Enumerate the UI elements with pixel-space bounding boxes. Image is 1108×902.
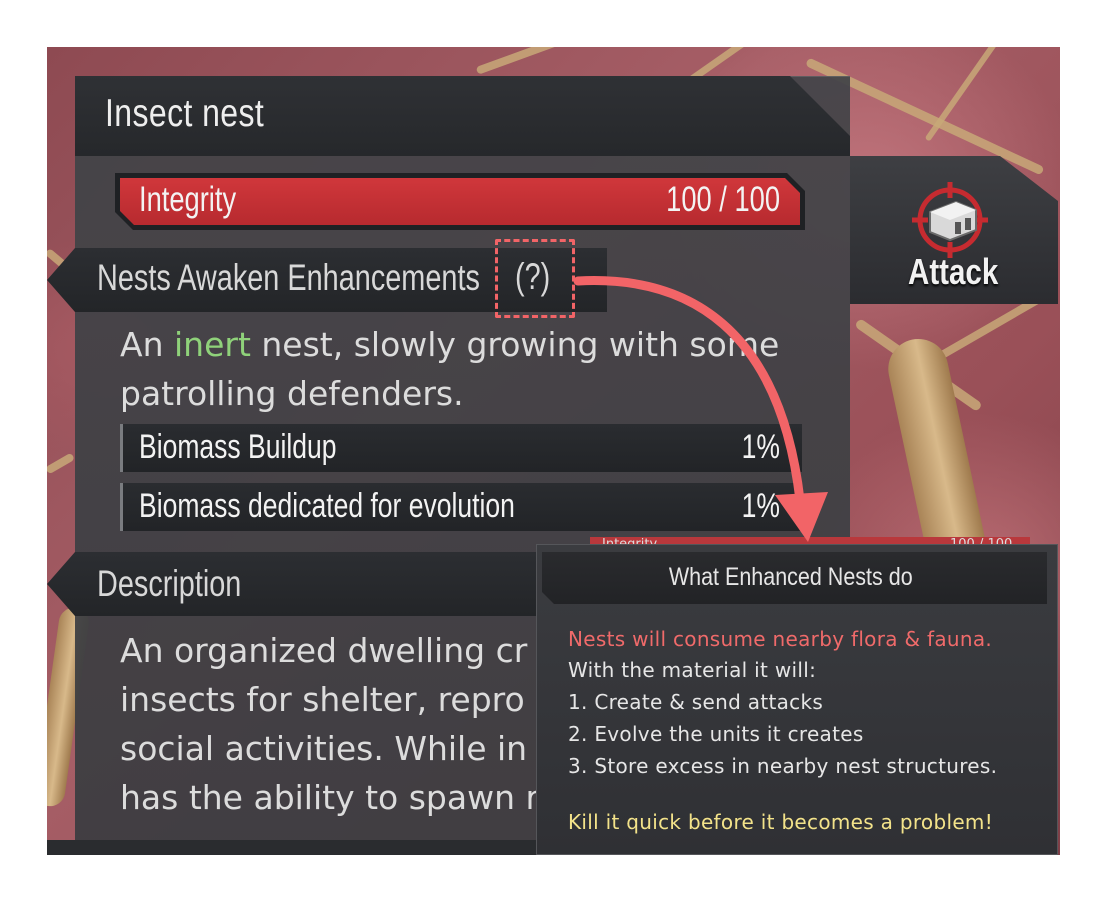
annotation-arrow: [573, 276, 828, 542]
